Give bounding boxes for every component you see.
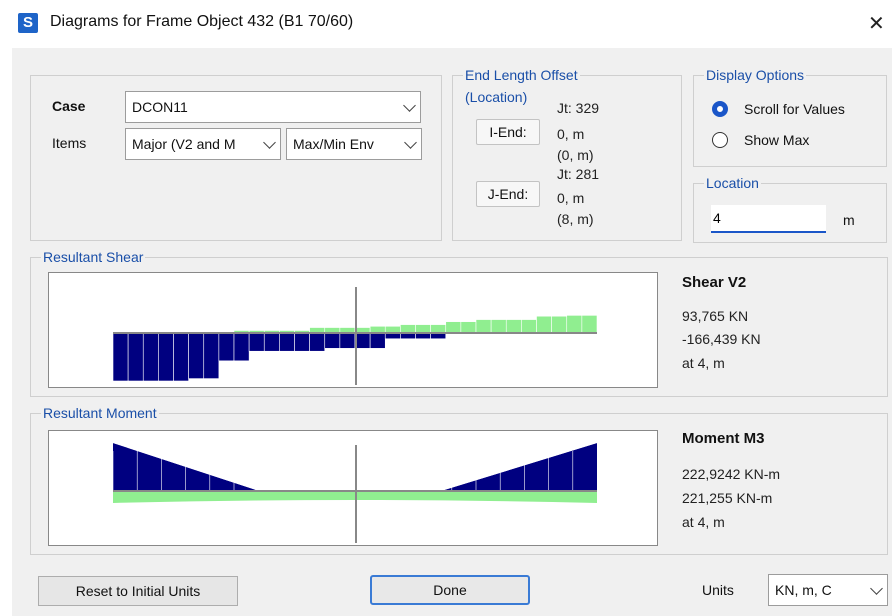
shear-positive-segment <box>490 319 507 334</box>
i-end-offset: 0, m <box>557 126 585 142</box>
shear-location: at 4, m <box>682 355 725 371</box>
chevron-down-icon <box>404 136 417 149</box>
items-label: Items <box>52 135 87 151</box>
shear-positive-segment <box>566 315 583 334</box>
j-end-location: (8, m) <box>557 211 594 227</box>
shear-negative-segment <box>263 332 280 352</box>
title-bar: S Diagrams for Frame Object 432 (B1 70/6… <box>0 0 892 46</box>
case-label: Case <box>52 98 86 114</box>
done-button[interactable]: Done <box>370 575 530 605</box>
items-value: Major (V2 and M <box>132 136 236 152</box>
reset-units-button[interactable]: Reset to Initial Units <box>38 576 238 606</box>
shear-positive-segment <box>430 324 447 334</box>
shear-max-value: 93,765 KN <box>682 308 749 324</box>
shear-diagram[interactable] <box>48 272 658 388</box>
shear-negative-segment <box>218 332 235 362</box>
units-label: Units <box>702 582 734 598</box>
shear-negative-segment <box>188 332 205 379</box>
shear-positive-segment <box>536 315 552 334</box>
moment-legend: Resultant Moment <box>41 405 159 421</box>
shear-negative-segment <box>158 332 174 382</box>
shear-legend: Resultant Shear <box>41 249 146 265</box>
shear-negative-segment <box>309 332 326 352</box>
shear-negative-segment <box>233 332 250 362</box>
envelope-dropdown[interactable]: Max/Min Env <box>286 128 422 160</box>
shear-negative-segment <box>324 332 341 349</box>
end-offset-legend-location: (Location) <box>463 89 530 105</box>
j-end-button[interactable]: J-End: <box>476 181 540 207</box>
shear-positive-segment <box>505 319 522 334</box>
case-value: DCON11 <box>132 99 188 115</box>
items-dropdown[interactable]: Major (V2 and M <box>125 128 281 160</box>
shear-negative-segment <box>279 332 295 352</box>
shear-positive-segment <box>415 324 431 334</box>
shear-positive-segment <box>475 319 492 334</box>
end-offset-legend: End Length Offset <box>463 67 580 83</box>
shear-heading: Shear V2 <box>682 274 747 291</box>
close-icon[interactable]: ✕ <box>868 11 885 36</box>
shear-negative-segment <box>142 332 159 382</box>
shear-negative-segment <box>203 332 220 379</box>
shear-negative-segment <box>294 332 310 352</box>
shear-positive-segment <box>369 325 386 334</box>
i-end-button[interactable]: I-End: <box>476 119 540 145</box>
moment-max-value: 222,9242 KN-m <box>682 466 781 482</box>
shear-positive-segment <box>445 321 462 334</box>
j-end-offset: 0, m <box>557 190 585 206</box>
shear-positive-segment <box>384 325 401 334</box>
app-icon: S <box>18 13 38 33</box>
shear-min-value: -166,439 KN <box>682 331 761 347</box>
location-input[interactable] <box>711 205 826 233</box>
scroll-for-values-radio[interactable] <box>712 101 728 117</box>
display-options-group <box>693 75 887 167</box>
i-end-location: (0, m) <box>557 147 594 163</box>
envelope-value: Max/Min Env <box>293 136 374 152</box>
moment-location: at 4, m <box>682 514 725 530</box>
shear-negative-segment <box>339 332 356 349</box>
moment-diagram-svg <box>112 443 597 543</box>
moment-diagram[interactable] <box>48 430 658 546</box>
show-max-label[interactable]: Show Max <box>744 132 809 148</box>
shear-positive-segment <box>460 321 477 334</box>
j-end-joint: Jt: 281 <box>557 166 600 182</box>
location-legend: Location <box>704 175 761 191</box>
shear-positive-segment <box>551 315 568 334</box>
shear-negative-segment <box>248 332 265 352</box>
shear-negative-segment <box>112 332 129 382</box>
scroll-for-values-label[interactable]: Scroll for Values <box>744 101 845 117</box>
chevron-down-icon <box>263 136 276 149</box>
moment-min-value: 221,255 KN-m <box>682 490 773 506</box>
show-max-radio[interactable] <box>712 132 728 148</box>
moment-heading: Moment M3 <box>682 430 765 447</box>
location-unit: m <box>843 212 855 228</box>
shear-positive-segment <box>521 319 537 334</box>
shear-negative-segment <box>354 332 371 349</box>
display-options-legend: Display Options <box>704 67 807 83</box>
shear-positive-segment <box>400 324 416 334</box>
i-end-joint: Jt: 329 <box>557 100 600 116</box>
chevron-down-icon <box>870 582 883 595</box>
shear-negative-segment <box>127 332 144 382</box>
units-value: KN, m, C <box>775 582 832 598</box>
shear-negative-segment <box>173 332 189 382</box>
case-dropdown[interactable]: DCON11 <box>125 91 421 123</box>
shear-negative-segment <box>369 332 386 349</box>
window-title: Diagrams for Frame Object 432 (B1 70/60) <box>50 13 354 30</box>
units-dropdown[interactable]: KN, m, C <box>768 574 888 606</box>
shear-diagram-svg <box>112 287 598 385</box>
chevron-down-icon <box>403 99 416 112</box>
shear-positive-segment <box>581 315 598 334</box>
